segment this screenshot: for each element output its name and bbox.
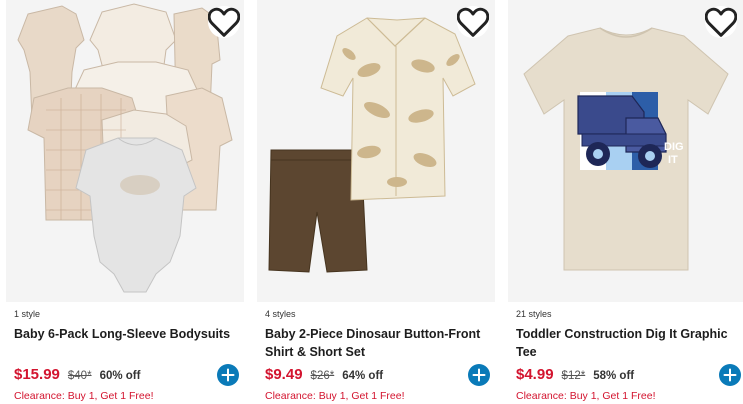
add-to-bag-button[interactable] bbox=[719, 364, 741, 386]
product-info: 1 style Baby 6-Pack Long-Sleeve Bodysuit… bbox=[14, 308, 243, 361]
product-name[interactable]: Toddler Construction Dig It Graphic Tee bbox=[516, 325, 735, 361]
style-count: 21 styles bbox=[516, 309, 552, 319]
product-image-shirt-set[interactable] bbox=[257, 0, 495, 302]
add-to-bag-button[interactable] bbox=[217, 364, 239, 386]
product-image-graphic-tee[interactable]: DIG IT bbox=[508, 0, 743, 302]
price-row: $15.99 $40* 60% off bbox=[14, 366, 140, 383]
promo-text: Clearance: Buy 1, Get 1 Free! bbox=[14, 390, 154, 402]
product-grid: 1 style Baby 6-Pack Long-Sleeve Bodysuit… bbox=[0, 0, 743, 404]
graphic-text-dig: DIG bbox=[664, 141, 684, 153]
original-price: $40* bbox=[67, 370, 92, 382]
heart-icon bbox=[457, 7, 489, 37]
sale-price: $4.99 bbox=[516, 366, 554, 383]
promo-text: Clearance: Buy 1, Get 1 Free! bbox=[516, 390, 656, 402]
product-card[interactable]: DIG IT 21 styles Toddler Construction Di… bbox=[502, 0, 743, 404]
heart-icon bbox=[705, 7, 737, 37]
promo-text: Clearance: Buy 1, Get 1 Free! bbox=[265, 390, 405, 402]
original-price: $26* bbox=[310, 370, 335, 382]
original-price: $12* bbox=[561, 370, 586, 382]
favorite-button[interactable] bbox=[705, 6, 737, 38]
style-count: 4 styles bbox=[265, 309, 296, 319]
plus-icon bbox=[217, 364, 239, 386]
shirt-short-set-image bbox=[268, 17, 476, 273]
sale-price: $15.99 bbox=[14, 366, 60, 383]
product-info: 21 styles Toddler Construction Dig It Gr… bbox=[516, 308, 735, 361]
graphic-text-it: IT bbox=[668, 154, 678, 166]
graphic-tee-image: DIG IT bbox=[523, 27, 729, 271]
sale-price: $9.49 bbox=[265, 366, 303, 383]
favorite-button[interactable] bbox=[457, 6, 489, 38]
plus-icon bbox=[719, 364, 741, 386]
product-name[interactable]: Baby 6-Pack Long-Sleeve Bodysuits bbox=[14, 325, 243, 361]
product-card[interactable]: 4 styles Baby 2-Piece Dinosaur Button-Fr… bbox=[251, 0, 502, 404]
add-to-bag-button[interactable] bbox=[468, 364, 490, 386]
product-image-bodysuits[interactable] bbox=[6, 0, 244, 302]
discount-label: 64% off bbox=[342, 370, 384, 382]
plus-icon bbox=[468, 364, 490, 386]
product-info: 4 styles Baby 2-Piece Dinosaur Button-Fr… bbox=[265, 308, 494, 361]
price-row: $9.49 $26* 64% off bbox=[265, 366, 383, 383]
discount-label: 58% off bbox=[593, 370, 635, 382]
product-name[interactable]: Baby 2-Piece Dinosaur Button-Front Shirt… bbox=[265, 325, 494, 361]
bodysuits-image bbox=[17, 3, 233, 293]
product-card[interactable]: 1 style Baby 6-Pack Long-Sleeve Bodysuit… bbox=[0, 0, 251, 404]
price-row: $4.99 $12* 58% off bbox=[516, 366, 634, 383]
discount-label: 60% off bbox=[99, 370, 141, 382]
heart-icon bbox=[208, 7, 240, 37]
style-count: 1 style bbox=[14, 309, 41, 319]
favorite-button[interactable] bbox=[208, 6, 240, 38]
